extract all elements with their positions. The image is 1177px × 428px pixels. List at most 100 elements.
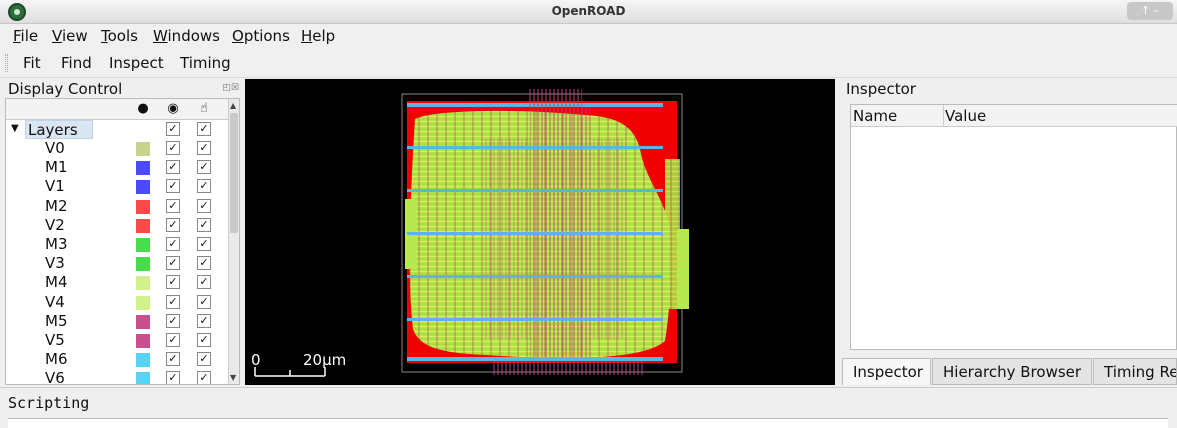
menu-view[interactable]: View bbox=[52, 27, 88, 45]
layer-name: V6 bbox=[45, 369, 65, 385]
visible-checkbox[interactable]: ✓ bbox=[166, 275, 180, 290]
layout-canvas[interactable]: 0 20μm bbox=[245, 79, 835, 385]
tab-inspector[interactable]: Inspector bbox=[842, 358, 931, 385]
selectable-checkbox[interactable]: ✓ bbox=[197, 294, 211, 309]
visible-checkbox[interactable]: ✓ bbox=[166, 179, 180, 194]
selectable-checkbox[interactable]: ✓ bbox=[197, 237, 211, 251]
selectable-checkbox[interactable]: ✓ bbox=[197, 122, 211, 136]
selectable-checkbox[interactable]: ✓ bbox=[197, 333, 211, 347]
layer-color-swatch[interactable] bbox=[136, 372, 150, 384]
visible-checkbox[interactable]: ✓ bbox=[166, 160, 180, 175]
layers-label: Layers bbox=[25, 120, 93, 139]
scale-start-label: 0 bbox=[251, 351, 261, 369]
layer-row-v1[interactable]: V1 ✓ ✓ bbox=[6, 177, 230, 196]
inspect-button[interactable]: Inspect bbox=[109, 54, 164, 72]
scripting-output[interactable] bbox=[8, 418, 1168, 428]
layer-row-v2[interactable]: V2 ✓ ✓ bbox=[6, 216, 230, 235]
toolbar-grip[interactable] bbox=[5, 54, 8, 72]
layer-row-m5[interactable]: M5 ✓ ✓ bbox=[6, 312, 230, 331]
menu-tools[interactable]: Tools bbox=[101, 27, 138, 45]
pointer-icon: ☝ bbox=[200, 101, 208, 116]
scroll-up-icon[interactable]: ▲ bbox=[230, 101, 236, 110]
display-control-title: Display Control bbox=[8, 80, 123, 98]
layer-color-swatch[interactable] bbox=[136, 199, 150, 214]
layer-color-swatch[interactable] bbox=[136, 314, 150, 329]
tab-hierarchy-browser[interactable]: Hierarchy Browser bbox=[932, 358, 1092, 385]
fit-button[interactable]: Fit bbox=[23, 54, 41, 72]
layer-row-m3[interactable]: M3 ✓ ✓ bbox=[6, 235, 230, 254]
eye-icon: ◉ bbox=[167, 101, 179, 116]
selectable-checkbox[interactable]: ✓ bbox=[197, 198, 211, 213]
layer-color-swatch[interactable] bbox=[136, 257, 150, 272]
menu-bar: File View Tools Windows Options Help bbox=[0, 24, 1177, 48]
bottom-pins bbox=[493, 361, 643, 375]
layer-color-swatch[interactable] bbox=[136, 334, 150, 348]
name-column-header[interactable]: Name bbox=[853, 107, 897, 125]
value-column-header[interactable]: Value bbox=[945, 107, 986, 125]
chip-layout-svg: 0 20μm bbox=[251, 89, 689, 377]
scripting-panel: Scripting bbox=[0, 387, 1177, 428]
selectable-checkbox[interactable]: ✓ bbox=[197, 275, 211, 290]
scroll-thumb[interactable] bbox=[230, 113, 238, 233]
visible-checkbox[interactable]: ✓ bbox=[166, 294, 180, 309]
selectable-checkbox[interactable]: ✓ bbox=[197, 160, 211, 175]
layers-group-row[interactable]: ▼ Layers ✓ ✓ bbox=[6, 120, 230, 139]
layer-row-v6[interactable]: V6 ✓ ✓ bbox=[6, 369, 230, 385]
selectable-checkbox[interactable]: ✓ bbox=[197, 141, 211, 155]
layer-color-swatch[interactable] bbox=[136, 142, 150, 156]
tree-scrollbar[interactable]: ▲ ▼ bbox=[228, 99, 239, 384]
layer-color-swatch[interactable] bbox=[136, 353, 150, 368]
layer-color-swatch[interactable] bbox=[136, 161, 150, 176]
scripting-title: Scripting bbox=[8, 394, 90, 412]
layer-name: V0 bbox=[45, 139, 65, 157]
menu-file[interactable]: File bbox=[13, 27, 38, 45]
menu-options[interactable]: Options bbox=[232, 27, 290, 45]
layer-color-swatch[interactable] bbox=[136, 295, 150, 310]
layer-row-m2[interactable]: M2 ✓ ✓ bbox=[6, 197, 230, 216]
layer-row-m6[interactable]: M6 ✓ ✓ bbox=[6, 350, 230, 369]
layer-row-v5[interactable]: V5 ✓ ✓ bbox=[6, 331, 230, 350]
visible-checkbox[interactable]: ✓ bbox=[166, 141, 180, 155]
scroll-down-icon[interactable]: ▼ bbox=[230, 373, 236, 382]
visible-checkbox[interactable]: ✓ bbox=[166, 313, 180, 328]
menu-help[interactable]: Help bbox=[301, 27, 335, 45]
selectable-checkbox[interactable]: ✓ bbox=[197, 313, 211, 328]
find-button[interactable]: Find bbox=[61, 54, 92, 72]
visible-checkbox[interactable]: ✓ bbox=[166, 333, 180, 347]
tab-timing-report[interactable]: Timing Re bbox=[1093, 358, 1177, 385]
layer-row-v0[interactable]: V0 ✓ ✓ bbox=[6, 139, 230, 158]
layer-name: V4 bbox=[45, 292, 65, 311]
layer-row-v4[interactable]: V4 ✓ ✓ bbox=[6, 293, 230, 312]
selectable-checkbox[interactable]: ✓ bbox=[197, 179, 211, 194]
timing-button[interactable]: Timing bbox=[180, 54, 231, 72]
layer-row-v3[interactable]: V3 ✓ ✓ bbox=[6, 254, 230, 273]
layer-color-swatch[interactable] bbox=[136, 276, 150, 291]
layer-name: M5 bbox=[45, 311, 68, 330]
visible-checkbox[interactable]: ✓ bbox=[166, 237, 180, 251]
layer-row-m1[interactable]: M1 ✓ ✓ bbox=[6, 158, 230, 177]
layer-color-swatch[interactable] bbox=[136, 238, 150, 252]
selectable-checkbox[interactable]: ✓ bbox=[197, 217, 211, 232]
routing-mesh bbox=[485, 139, 625, 339]
selectable-checkbox[interactable]: ✓ bbox=[197, 371, 211, 384]
layer-name: M2 bbox=[45, 196, 68, 215]
visible-checkbox[interactable]: ✓ bbox=[166, 256, 180, 271]
visible-checkbox[interactable]: ✓ bbox=[166, 198, 180, 213]
layer-color-swatch[interactable] bbox=[136, 180, 150, 195]
visible-checkbox[interactable]: ✓ bbox=[166, 122, 180, 136]
layer-row-m4[interactable]: M4 ✓ ✓ bbox=[6, 273, 230, 292]
layer-color-swatch[interactable] bbox=[136, 218, 150, 233]
visible-checkbox[interactable]: ✓ bbox=[166, 352, 180, 367]
collapse-arrow-icon[interactable]: ▼ bbox=[11, 123, 19, 134]
selectable-checkbox[interactable]: ✓ bbox=[197, 256, 211, 271]
visible-checkbox[interactable]: ✓ bbox=[166, 217, 180, 232]
visible-checkbox[interactable]: ✓ bbox=[166, 371, 180, 384]
layer-name: M4 bbox=[45, 273, 68, 292]
dock-buttons[interactable]: ◰☒ bbox=[222, 83, 239, 93]
top-pins bbox=[527, 89, 582, 107]
window-controls[interactable]: ↑ – bbox=[1127, 2, 1173, 20]
selectable-checkbox[interactable]: ✓ bbox=[197, 352, 211, 367]
menu-windows[interactable]: Windows bbox=[153, 27, 220, 45]
inspector-table[interactable]: Name Value bbox=[850, 104, 1177, 350]
inspector-title: Inspector bbox=[846, 80, 916, 98]
